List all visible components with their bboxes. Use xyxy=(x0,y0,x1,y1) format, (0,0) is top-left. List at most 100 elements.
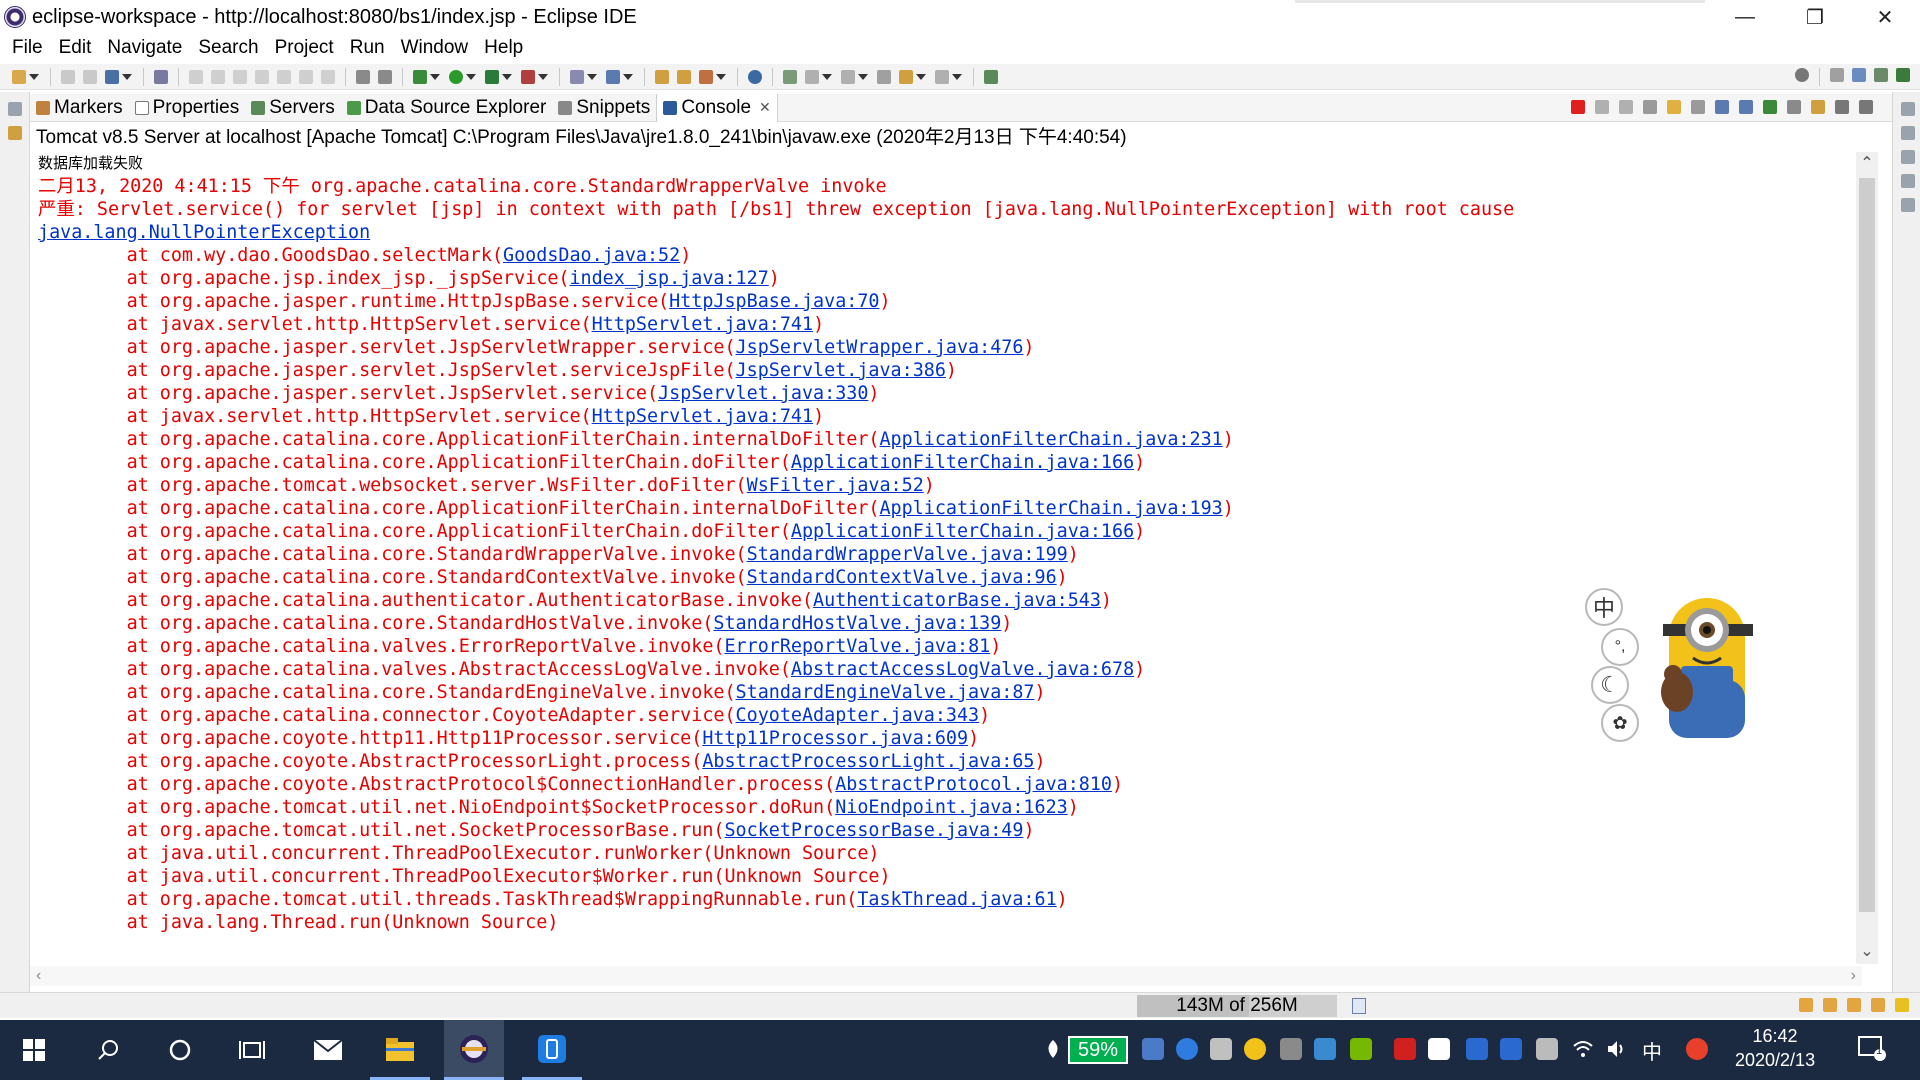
close-button[interactable]: ✕ xyxy=(1850,0,1920,34)
restore-button[interactable]: ❐ xyxy=(1780,0,1850,34)
toggle-mark-occurrences-icon[interactable] xyxy=(783,69,797,84)
menu-run[interactable]: Run xyxy=(342,34,393,62)
restore-view-icon[interactable] xyxy=(1901,102,1915,116)
save-icon[interactable] xyxy=(61,69,75,84)
tab-data-source-explorer[interactable]: Data Source Explorer xyxy=(341,94,553,122)
task-list-icon[interactable] xyxy=(1901,150,1915,164)
coverage-icon[interactable] xyxy=(485,69,499,84)
tab-markers[interactable]: Markers xyxy=(30,94,129,122)
source-link[interactable]: StandardHostValve.java:139 xyxy=(713,613,1001,634)
wifi-icon[interactable] xyxy=(1572,1038,1594,1060)
source-link[interactable]: AbstractProcessorLight.java:65 xyxy=(702,751,1034,772)
menu-search[interactable]: Search xyxy=(190,34,266,62)
previous-annotation-dropdown-icon[interactable] xyxy=(858,73,868,80)
minimize-view-icon[interactable] xyxy=(1835,100,1849,114)
resume-icon[interactable] xyxy=(189,69,203,84)
clear-console-icon[interactable] xyxy=(1643,100,1657,114)
new-icon[interactable] xyxy=(12,69,26,84)
ime-indicator[interactable]: 中 xyxy=(1642,1020,1662,1080)
forward-icon[interactable] xyxy=(935,69,949,84)
word-wrap-icon[interactable] xyxy=(1691,100,1705,114)
terminate-icon[interactable] xyxy=(1571,100,1585,114)
file-explorer-icon[interactable] xyxy=(370,1020,430,1080)
task-repository-icon[interactable] xyxy=(1823,998,1837,1012)
source-link[interactable]: GoodsDao.java:52 xyxy=(503,245,680,266)
close-tab-icon[interactable]: ✕ xyxy=(759,99,771,116)
eclipse-taskbar-icon[interactable] xyxy=(444,1020,504,1080)
punctuation-bubble[interactable]: °, xyxy=(1601,628,1639,666)
open-console-icon[interactable] xyxy=(1811,100,1825,114)
search-icon[interactable] xyxy=(1795,68,1809,82)
source-link[interactable]: JspServlet.java:330 xyxy=(658,383,868,404)
open-browser-icon[interactable] xyxy=(748,69,762,84)
butterfly-icon[interactable]: ✿ xyxy=(1601,704,1639,742)
menu-help[interactable]: Help xyxy=(476,34,531,62)
source-link[interactable]: HttpServlet.java:741 xyxy=(592,406,813,427)
notification-center-icon[interactable]: 1 xyxy=(1858,1036,1886,1061)
source-link[interactable]: JspServlet.java:386 xyxy=(736,360,946,381)
menu-project[interactable]: Project xyxy=(267,34,342,62)
security-shield-icon[interactable] xyxy=(1394,1038,1416,1060)
step-return-icon[interactable] xyxy=(321,69,335,84)
keyboard-icon[interactable] xyxy=(1280,1038,1302,1060)
terminal-icon[interactable] xyxy=(105,69,119,84)
source-link[interactable]: StandardWrapperValve.java:199 xyxy=(747,544,1068,565)
source-link[interactable]: WsFilter.java:52 xyxy=(747,475,924,496)
source-link[interactable]: index_jsp.java:127 xyxy=(569,268,768,289)
windows-start-icon[interactable] xyxy=(4,1020,64,1080)
scroll-down-icon[interactable]: ⌄ xyxy=(1859,942,1875,962)
next-annotation-dropdown-icon[interactable] xyxy=(822,73,832,80)
source-link[interactable]: StandardContextValve.java:96 xyxy=(747,567,1057,588)
run-icon[interactable] xyxy=(449,69,463,84)
tab-console[interactable]: Console ✕ xyxy=(656,93,778,122)
show-on-stdout-icon[interactable] xyxy=(1715,100,1729,114)
scroll-left-icon[interactable]: ‹ xyxy=(36,966,41,986)
console-output[interactable]: 数据库加载失败 二月13, 2020 4:41:15 下午 org.apache.… xyxy=(30,152,1862,964)
palette-icon[interactable] xyxy=(1901,198,1915,212)
suspend-icon[interactable] xyxy=(211,69,225,84)
external-tools-dropdown-icon[interactable] xyxy=(538,73,548,80)
debug-perspective-icon[interactable] xyxy=(1896,68,1910,82)
source-link[interactable]: ApplicationFilterChain.java:166 xyxy=(791,521,1134,542)
maximize-view-icon[interactable] xyxy=(1859,100,1873,114)
vertical-scrollbar[interactable]: ⌃ ⌄ xyxy=(1856,152,1878,964)
source-link[interactable]: ApplicationFilterChain.java:166 xyxy=(791,452,1134,473)
coverage-dropdown-icon[interactable] xyxy=(502,73,512,80)
vpn-shield-icon[interactable] xyxy=(1500,1038,1522,1060)
scroll-right-icon[interactable]: › xyxy=(1851,966,1856,986)
last-edit-location-icon[interactable] xyxy=(877,69,891,84)
menu-window[interactable]: Window xyxy=(393,34,477,62)
step-over-icon[interactable] xyxy=(299,69,313,84)
battery-icon[interactable] xyxy=(1536,1038,1558,1060)
menu-edit[interactable]: Edit xyxy=(51,34,100,62)
nvidia-icon[interactable] xyxy=(1350,1038,1372,1060)
mail-icon[interactable] xyxy=(298,1020,358,1080)
pin-console-icon[interactable] xyxy=(1763,100,1777,114)
remove-launch-icon[interactable] xyxy=(1595,100,1609,114)
minimize-button[interactable]: — xyxy=(1710,0,1780,34)
progress-icon[interactable] xyxy=(1871,998,1885,1012)
menu-navigate[interactable]: Navigate xyxy=(99,34,190,62)
source-link[interactable]: HttpJspBase.java:70 xyxy=(669,291,879,312)
source-link[interactable]: ApplicationFilterChain.java:193 xyxy=(879,498,1222,519)
io-app-icon[interactable] xyxy=(1428,1038,1450,1060)
search-icon[interactable] xyxy=(78,1020,138,1080)
terminate-icon[interactable] xyxy=(233,69,247,84)
tip-icon[interactable] xyxy=(1895,998,1909,1012)
tab-properties[interactable]: Properties xyxy=(129,94,246,122)
horizontal-scrollbar[interactable]: ‹ › xyxy=(30,966,1862,986)
open-task-icon[interactable] xyxy=(677,69,691,84)
show-on-stderr-icon[interactable] xyxy=(1739,100,1753,114)
terminal-dropdown-icon[interactable] xyxy=(122,73,132,80)
restore-view-icon[interactable] xyxy=(1901,174,1915,188)
disconnect-icon[interactable] xyxy=(255,69,269,84)
java-ee-perspective-icon[interactable] xyxy=(1852,68,1866,82)
new-package-dropdown-icon[interactable] xyxy=(587,73,597,80)
defender-icon[interactable] xyxy=(1466,1038,1488,1060)
garbage-collect-icon[interactable] xyxy=(1352,998,1366,1014)
debug-dropdown-icon[interactable] xyxy=(430,73,440,80)
server-publish-icon[interactable] xyxy=(378,69,392,84)
leaf-icon[interactable] xyxy=(1042,1038,1064,1060)
skip-breakpoints-icon[interactable] xyxy=(154,69,168,84)
source-link[interactable]: NioEndpoint.java:1623 xyxy=(835,797,1068,818)
